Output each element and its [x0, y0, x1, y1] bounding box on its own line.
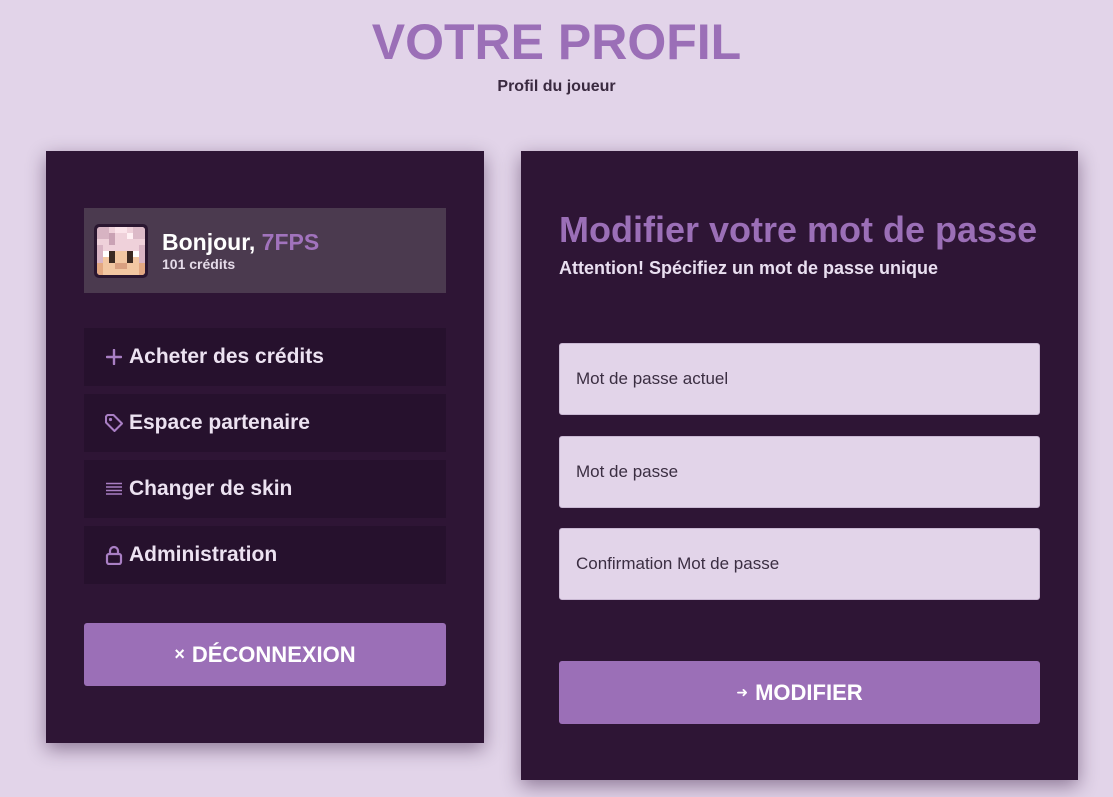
- credits-balance: 101 crédits: [162, 256, 236, 272]
- arrow-right-icon: ➜: [736, 684, 749, 700]
- username: 7FPS: [261, 229, 320, 255]
- sidebar-item-change-skin[interactable]: Changer de skin: [84, 460, 446, 518]
- user-info: Bonjour, 7FPS 101 crédits: [162, 229, 319, 272]
- logout-button[interactable]: × DÉCONNEXION: [84, 623, 446, 686]
- form-title: Modifier votre mot de passe: [559, 209, 1038, 250]
- confirm-password-field[interactable]: [559, 528, 1040, 600]
- list-icon: [102, 482, 126, 496]
- plus-icon: [102, 349, 126, 365]
- new-password-field[interactable]: [559, 436, 1040, 508]
- profile-sidebar: Bonjour, 7FPS 101 crédits Acheter des cr…: [46, 151, 484, 743]
- page-title: VOTRE PROFIL: [371, 14, 742, 70]
- sidebar-item-administration[interactable]: Administration: [84, 526, 446, 584]
- greeting-text: Bonjour,: [162, 229, 256, 255]
- page-subtitle: Profil du joueur: [497, 78, 616, 95]
- sidebar-item-label: Changer de skin: [129, 477, 293, 500]
- lock-icon: [102, 545, 126, 565]
- greeting: Bonjour, 7FPS: [162, 229, 319, 255]
- modify-button[interactable]: ➜ MODIFIER: [559, 661, 1040, 724]
- modify-label: MODIFIER: [755, 679, 863, 705]
- sidebar-item-label: Espace partenaire: [129, 411, 310, 434]
- sidebar-item-label: Administration: [129, 543, 278, 566]
- sidebar-item-partner-space[interactable]: Espace partenaire: [84, 394, 446, 452]
- player-skin-head-icon: [94, 223, 148, 278]
- password-panel: Modifier votre mot de passe Attention! S…: [521, 151, 1078, 780]
- user-card: Bonjour, 7FPS 101 crédits: [84, 208, 446, 293]
- close-icon: ×: [174, 644, 185, 664]
- form-subtitle: Attention! Spécifiez un mot de passe uni…: [559, 258, 939, 278]
- page-header: VOTRE PROFIL Profil du joueur: [0, 14, 1113, 96]
- tag-icon: [102, 413, 126, 433]
- sidebar-item-label: Acheter des crédits: [129, 345, 324, 368]
- sidebar-item-buy-credits[interactable]: Acheter des crédits: [84, 328, 446, 386]
- current-password-field[interactable]: [559, 343, 1040, 415]
- logout-label: DÉCONNEXION: [191, 641, 356, 667]
